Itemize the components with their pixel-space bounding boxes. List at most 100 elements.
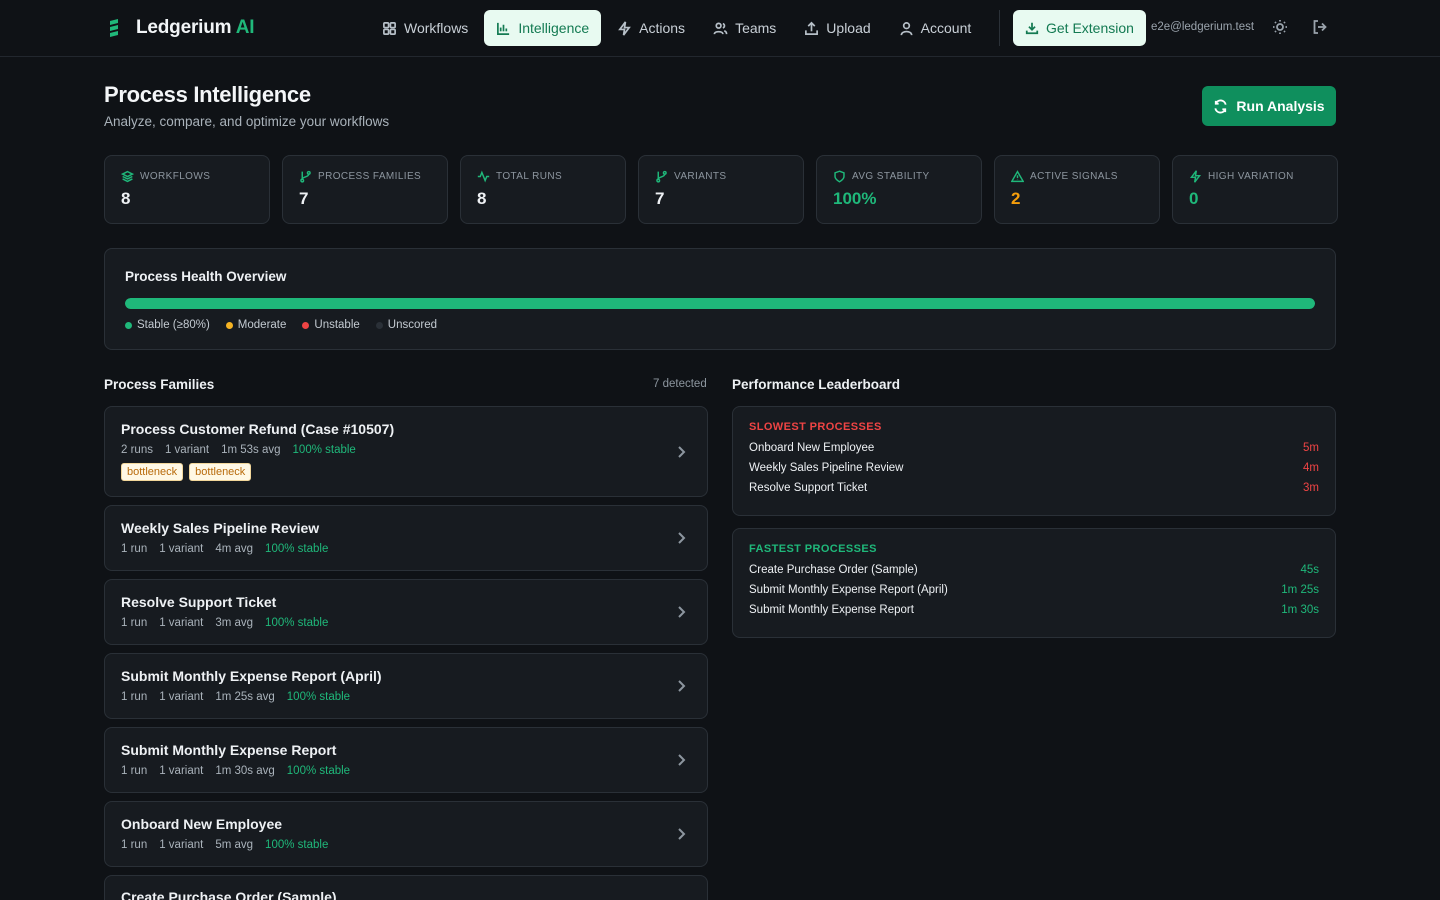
legend-dot-icon	[375, 321, 383, 329]
nav-item-label: Account	[920, 20, 972, 36]
process-families-title: Process Families	[104, 377, 215, 392]
leaderboard-row[interactable]: Submit Monthly Expense Report 1m 30s	[749, 603, 1319, 617]
process-health-overview: Process Health Overview Stable (≥80%) Mo…	[104, 248, 1336, 350]
users-icon	[713, 22, 728, 34]
stat-value: 7	[299, 189, 309, 208]
family-meta: 1 run 1 variant 1m 30s avg 100% stable	[121, 765, 351, 777]
slowest-title: Slowest Processes	[749, 421, 882, 433]
nav-item-label: Actions	[639, 20, 686, 36]
stat-label: High Variation	[1189, 170, 1321, 183]
run-analysis-button[interactable]: Run Analysis	[1202, 86, 1336, 126]
chevron-right-icon	[673, 604, 689, 620]
stat-label: Active Signals	[1011, 170, 1143, 183]
brand[interactable]: Ledgerium AI	[108, 17, 255, 39]
brand-name: Ledgerium AI	[136, 17, 255, 38]
theme-toggle-button[interactable]	[1272, 19, 1290, 37]
nav-item-intelligence[interactable]: Intelligence	[484, 10, 602, 46]
stat-card-avg-stability: Avg Stability 100%	[816, 155, 982, 224]
leaderboard-row[interactable]: Create Purchase Order (Sample) 45s	[749, 563, 1319, 577]
get-extension-button[interactable]: Get Extension	[1013, 10, 1146, 46]
legend-dot-icon	[302, 321, 310, 329]
chevron-right-icon	[673, 530, 689, 546]
page-subtitle: Analyze, compare, and optimize your work…	[104, 114, 390, 129]
health-title: Process Health Overview	[125, 269, 287, 284]
family-meta: 1 run 1 variant 1m 25s avg 100% stable	[121, 691, 351, 703]
stat-value: 100%	[833, 189, 877, 208]
stat-card-total-runs: Total Runs 8	[460, 155, 626, 224]
leaderboard-title: Performance Leaderboard	[732, 377, 901, 392]
leaderboard-row[interactable]: Weekly Sales Pipeline Review 4m	[749, 461, 1319, 475]
family-tags: bottleneck bottleneck	[121, 463, 691, 481]
family-meta: 1 run 1 variant 4m avg 100% stable	[121, 543, 329, 555]
bar-chart-icon	[497, 22, 510, 35]
process-families-count: 7 detected	[653, 378, 707, 390]
family-card[interactable]: Weekly Sales Pipeline Review 1 run 1 var…	[104, 505, 708, 571]
stat-value: 8	[121, 189, 131, 208]
family-name: Create Purchase Order (Sample)	[121, 889, 337, 900]
git-branch-icon	[300, 170, 311, 183]
chevron-right-icon	[673, 826, 689, 842]
ledger-logo-icon	[108, 17, 124, 39]
user-email: e2e@ledgerium.test	[1151, 21, 1255, 33]
family-meta: 1 run 1 variant 3m avg 100% stable	[121, 617, 329, 629]
nav-item-actions[interactable]: Actions	[605, 10, 697, 46]
stats-row: Workflows 8 Process Families 7 Total Run…	[104, 155, 1338, 224]
upload-icon	[805, 21, 819, 35]
chevron-right-icon	[673, 444, 689, 460]
stat-value: 7	[655, 189, 665, 208]
shield-icon	[834, 170, 845, 183]
page-title: Process Intelligence	[104, 82, 311, 107]
activity-icon	[477, 170, 490, 183]
nav-item-teams[interactable]: Teams	[701, 10, 788, 46]
warning-triangle-icon	[1011, 170, 1024, 183]
nav-item-label: Intelligence	[518, 20, 590, 36]
family-card[interactable]: Process Customer Refund (Case #10507) 2 …	[104, 406, 708, 497]
family-name: Submit Monthly Expense Report (April)	[121, 668, 382, 684]
stat-label: Process Families	[299, 170, 431, 183]
stat-card-high-variation: High Variation 0	[1172, 155, 1338, 224]
family-card[interactable]: Submit Monthly Expense Report 1 run 1 va…	[104, 727, 708, 793]
health-bar-stable-fill	[125, 298, 1315, 309]
family-card[interactable]: Onboard New Employee 1 run 1 variant 5m …	[104, 801, 708, 867]
stat-label: Avg Stability	[833, 170, 965, 183]
nav-item-label: Upload	[826, 20, 871, 36]
legend-item-unscored: Unscored	[375, 319, 437, 331]
nav-item-workflows[interactable]: Workflows	[370, 10, 480, 46]
stat-card-process-families: Process Families 7	[282, 155, 448, 224]
nav-item-upload[interactable]: Upload	[792, 10, 882, 46]
family-name: Submit Monthly Expense Report	[121, 742, 337, 758]
family-card[interactable]: Submit Monthly Expense Report (April) 1 …	[104, 653, 708, 719]
family-meta: 2 runs 1 variant 1m 53s avg 100% stable	[121, 444, 356, 456]
nav-item-label: Workflows	[404, 20, 469, 36]
leaderboard-row[interactable]: Onboard New Employee 5m	[749, 441, 1319, 455]
fastest-title: Fastest Processes	[749, 543, 877, 555]
main-nav: Workflows Intelligence Actions Teams Upl…	[370, 10, 983, 46]
stat-card-active-signals: Active Signals 2	[994, 155, 1160, 224]
family-card[interactable]: Create Purchase Order (Sample)	[104, 875, 708, 900]
nav-item-account[interactable]: Account	[887, 10, 984, 46]
family-meta: 1 run 1 variant 5m avg 100% stable	[121, 839, 329, 851]
layers-icon	[121, 170, 134, 183]
git-branch-icon	[656, 170, 667, 183]
stat-value: 2	[1011, 189, 1021, 208]
nav-divider	[999, 10, 1000, 46]
family-card[interactable]: Resolve Support Ticket 1 run 1 variant 3…	[104, 579, 708, 645]
health-legend: Stable (≥80%) Moderate Unstable Unscored	[125, 319, 1315, 331]
logout-button[interactable]	[1312, 19, 1330, 37]
leaderboard-row[interactable]: Submit Monthly Expense Report (April) 1m …	[749, 583, 1319, 597]
health-bar	[125, 298, 1315, 309]
bottleneck-tag: bottleneck	[189, 463, 252, 481]
user-icon	[900, 21, 913, 35]
leaderboard-row[interactable]: Resolve Support Ticket 3m	[749, 481, 1319, 495]
download-icon	[1025, 22, 1039, 35]
logout-icon	[1313, 20, 1327, 34]
nav-item-label: Teams	[735, 20, 777, 36]
slowest-processes-panel: Slowest Processes Onboard New Employee 5m…	[732, 406, 1336, 516]
stat-value: 8	[477, 189, 487, 208]
stat-label: Variants	[655, 170, 787, 183]
legend-dot-icon	[225, 321, 233, 329]
chevron-right-icon	[673, 752, 689, 768]
family-name: Process Customer Refund (Case #10507)	[121, 421, 395, 437]
family-name: Resolve Support Ticket	[121, 594, 277, 610]
family-name: Weekly Sales Pipeline Review	[121, 520, 320, 536]
